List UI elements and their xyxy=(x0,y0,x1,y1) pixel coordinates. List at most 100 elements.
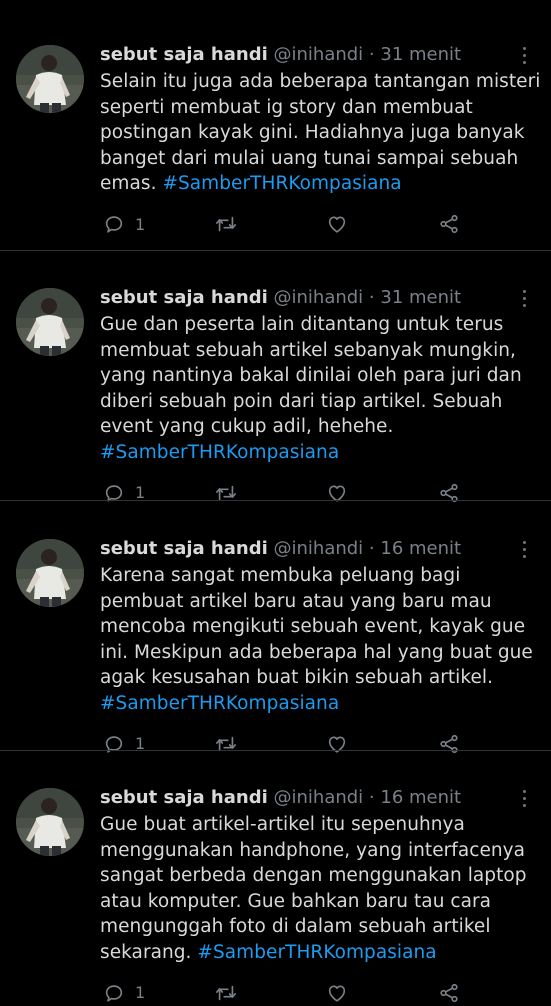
tweet-divider xyxy=(0,250,551,251)
tweet-divider xyxy=(0,500,551,501)
reply-button[interactable]: 1 xyxy=(103,731,145,757)
tweet-actions: 1 xyxy=(0,731,551,757)
reply-count: 1 xyxy=(135,214,146,234)
tweet-text-line: Karena sangat membuka peluang bagi xyxy=(100,565,461,586)
tweet-text-line: mencoba mengikuti sebuah event, kayak gu… xyxy=(100,616,526,638)
display-name[interactable]: sebut saja handi xyxy=(100,538,268,559)
tweet-text-line: seperti membuat ig story dan membuat xyxy=(100,96,473,118)
tweet-header: sebut saja handi @inihandi · 16 menit xyxy=(100,785,461,811)
tweet-header: sebut saja handi @inihandi · 31 menit xyxy=(100,42,461,68)
tweet-text: Gue buat artikel-artikel itu sepenuhnya m… xyxy=(100,812,530,966)
retweet-icon xyxy=(214,982,238,1004)
reply-icon xyxy=(103,213,125,235)
share-icon xyxy=(438,733,460,755)
share-icon xyxy=(438,982,460,1004)
like-icon xyxy=(326,213,348,235)
more-icon[interactable] xyxy=(518,788,532,810)
tweet-text-line: pembuat artikel baru atau yang baru mau xyxy=(100,590,492,612)
tweet-text-line: #SamberTHRKompasiana xyxy=(100,691,530,717)
tweet-text-line: atau komputer. Gue bahkan baru tau cara xyxy=(100,890,492,912)
tweet-header: sebut saja handi @inihandi · 31 menit xyxy=(100,285,461,311)
tweet-header: sebut saja handi @inihandi · 16 menit xyxy=(100,536,461,562)
separator-dot: · xyxy=(368,787,375,808)
tweet-text-line: menggunakan handphone, yang interfacenya xyxy=(100,839,526,861)
retweet-button[interactable] xyxy=(214,731,238,757)
avatar-photo xyxy=(16,45,84,113)
tweet-actions: 1 xyxy=(0,980,551,1006)
tweet-text-line: #SamberTHRKompasiana xyxy=(100,440,530,466)
more-icon[interactable] xyxy=(518,45,532,67)
like-button[interactable] xyxy=(326,980,348,1006)
reply-button[interactable]: 1 xyxy=(103,480,145,506)
separator-dot: · xyxy=(368,44,375,65)
hashtag-link[interactable]: #SamberTHRKompasiana xyxy=(197,942,436,963)
like-button[interactable] xyxy=(326,480,348,506)
timestamp[interactable]: 16 menit xyxy=(380,787,461,808)
display-name[interactable]: sebut saja handi xyxy=(100,287,268,308)
tweet-divider xyxy=(0,750,551,751)
reply-button[interactable]: 1 xyxy=(103,211,145,237)
tweet-text: Selain itu juga ada beberapa tantangan m… xyxy=(100,69,541,197)
timestamp[interactable]: 31 menit xyxy=(380,287,461,308)
display-name[interactable]: sebut saja handi xyxy=(100,787,268,808)
tweet-text-line: emas. #SamberTHRKompasiana xyxy=(100,171,530,197)
like-button[interactable] xyxy=(326,211,348,237)
avatar[interactable] xyxy=(16,45,84,113)
hashtag-link[interactable]: #SamberTHRKompasiana xyxy=(100,442,339,463)
tweet-text: Gue dan peserta lain ditantang untuk ter… xyxy=(100,312,530,466)
retweet-button[interactable] xyxy=(214,980,238,1006)
tweet-text-fragment: emas. xyxy=(100,173,163,195)
tweet-text-line: mengunggah foto di dalam sebuah artikel xyxy=(100,916,491,938)
tweet-actions: 1 xyxy=(0,211,551,237)
like-button[interactable] xyxy=(326,731,348,757)
retweet-icon xyxy=(214,733,238,755)
share-button[interactable] xyxy=(438,480,460,506)
reply-count: 1 xyxy=(135,983,146,1003)
like-icon xyxy=(326,733,348,755)
tweet-text-line: yang nantinya bakal dinilai oleh para ju… xyxy=(100,365,522,387)
tweet-text-line: sangat berbeda dengan menggunakan laptop xyxy=(100,865,527,887)
like-icon xyxy=(326,982,348,1004)
user-handle[interactable]: @inihandi xyxy=(274,287,364,308)
hashtag-link[interactable]: #SamberTHRKompasiana xyxy=(100,693,339,714)
tweet-text-line: postingan kayak gini. Hadiahnya juga ban… xyxy=(100,122,525,144)
avatar-photo xyxy=(16,788,84,856)
avatar[interactable] xyxy=(16,288,84,356)
user-handle[interactable]: @inihandi xyxy=(274,538,364,559)
avatar[interactable] xyxy=(16,788,84,856)
hashtag-link[interactable]: #SamberTHRKompasiana xyxy=(162,173,401,194)
tweet-text-line: ini. Meskipun ada beberapa hal yang buat… xyxy=(100,641,533,663)
user-handle[interactable]: @inihandi xyxy=(274,787,364,808)
share-icon xyxy=(438,213,460,235)
share-button[interactable] xyxy=(438,980,460,1006)
tweet-text-line: sekarang. #SamberTHRKompasiana xyxy=(100,940,530,966)
avatar-photo xyxy=(16,288,84,356)
retweet-button[interactable] xyxy=(214,480,238,506)
timestamp[interactable]: 31 menit xyxy=(380,44,461,65)
avatar-photo xyxy=(16,539,84,607)
user-handle[interactable]: @inihandi xyxy=(274,44,364,65)
tweet-text-line: membuat sebuah artikel sebanyak mungkin, xyxy=(100,339,516,361)
avatar[interactable] xyxy=(16,539,84,607)
reply-icon xyxy=(103,733,125,755)
retweet-button[interactable] xyxy=(214,211,238,237)
display-name[interactable]: sebut saja handi xyxy=(100,44,268,65)
tweet-text-line: Selain itu juga ada beberapa tantangan m… xyxy=(100,71,541,92)
tweet-text-fragment: sekarang. xyxy=(100,941,198,963)
more-icon[interactable] xyxy=(518,539,532,561)
separator-dot: · xyxy=(368,538,375,559)
tweet-text-line: Gue dan peserta lain ditantang untuk ter… xyxy=(100,314,504,335)
separator-dot: · xyxy=(368,287,375,308)
tweet-text-line: banget dari mulai uang tunai sampai sebu… xyxy=(100,147,519,169)
share-button[interactable] xyxy=(438,211,460,237)
tweet-text-line: agak kesusahan buat bikin sebuah artikel… xyxy=(100,667,494,689)
timestamp[interactable]: 16 menit xyxy=(380,538,461,559)
retweet-icon xyxy=(214,213,238,235)
tweet-actions: 1 xyxy=(0,480,551,506)
tweet-text: Karena sangat membuka peluang bagi pembua… xyxy=(100,563,533,717)
share-button[interactable] xyxy=(438,731,460,757)
reply-button[interactable]: 1 xyxy=(103,980,145,1006)
more-icon[interactable] xyxy=(518,288,532,310)
tweet-text-line: Gue buat artikel-artikel itu sepenuhnya xyxy=(100,814,465,835)
tweet-text-line: diberi sebuah poin dari tiap artikel. Se… xyxy=(100,390,503,412)
